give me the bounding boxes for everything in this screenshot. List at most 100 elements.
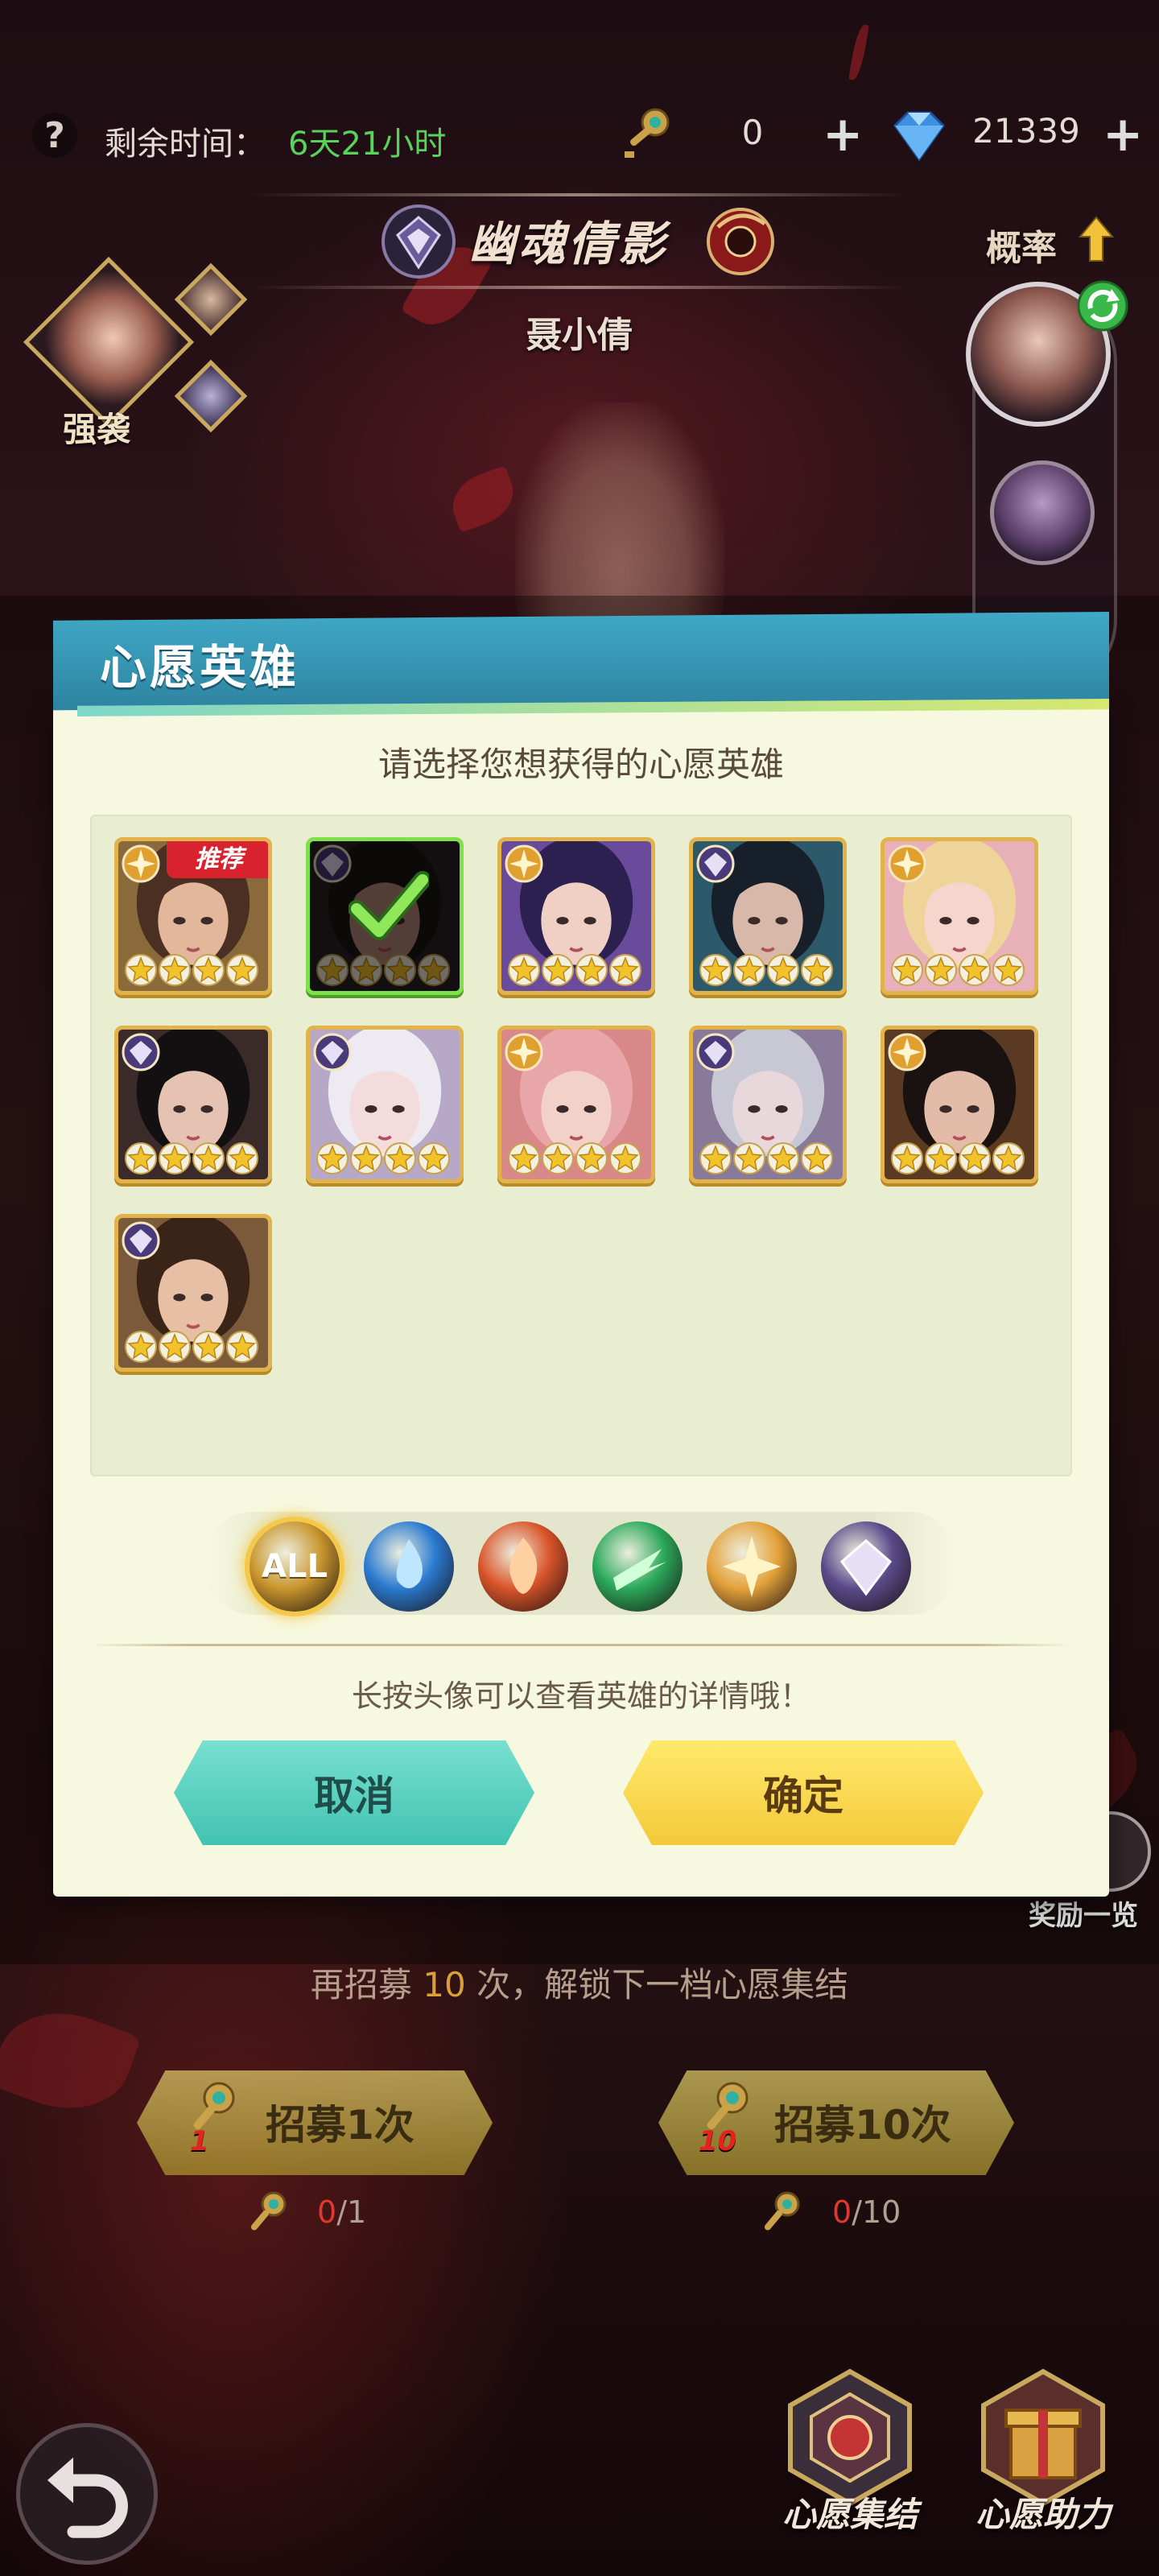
arrow-up-icon [1079, 216, 1114, 262]
light-faction-icon [723, 1536, 781, 1597]
assault-label: 强袭 [63, 410, 131, 449]
fire-faction-icon [509, 1538, 538, 1594]
recruit-note-suffix: 次，解锁下一档心愿集结 [476, 1965, 849, 2004]
diamond-count: 21339 [972, 111, 1080, 151]
confirm-button[interactable]: 确定 [623, 1740, 984, 1845]
star-icon [125, 1331, 157, 1363]
star-icon [350, 1142, 382, 1174]
single-cost-need: /1 [336, 2194, 367, 2230]
star-icon [992, 954, 1025, 986]
shadow-faction-badge-icon [313, 1033, 352, 1071]
star-icon [575, 1142, 608, 1174]
star-icon [159, 1331, 191, 1363]
probability-button[interactable]: 概率 [986, 219, 1057, 270]
light-faction-badge-icon [505, 844, 543, 883]
star-icon [992, 1142, 1025, 1174]
star-icon [125, 954, 157, 986]
ten-cost-need: /10 [852, 2194, 901, 2230]
star-icon [384, 1142, 416, 1174]
single-cost: 0/1 [317, 2194, 366, 2230]
remaining-time-label: 剩余时间： [105, 126, 266, 163]
star-rating [125, 1142, 263, 1174]
star-icon [801, 954, 833, 986]
dragon-emblem-icon [707, 208, 774, 275]
star-icon [733, 1142, 765, 1174]
shadow-faction-icon [839, 1539, 893, 1596]
filter-fire-button[interactable] [478, 1521, 568, 1612]
recruit-note-prefix: 再招募 [310, 1965, 412, 2004]
star-rating [125, 1331, 263, 1363]
light-faction-badge-icon [122, 844, 160, 883]
star-icon [125, 1142, 157, 1174]
filter-all-button[interactable]: ALL [250, 1521, 340, 1612]
shadow-faction-badge-icon [122, 1033, 160, 1071]
sub-hero-portrait[interactable] [174, 359, 248, 433]
star-rating [891, 954, 1029, 986]
filter-light-button[interactable] [707, 1521, 797, 1612]
star-icon [575, 954, 608, 986]
diamond-icon [893, 111, 945, 162]
star-icon [542, 1142, 574, 1174]
background-petal [0, 1993, 142, 2128]
refresh-icon[interactable] [1074, 278, 1131, 334]
star-icon [226, 1142, 258, 1174]
background-petal [444, 465, 522, 533]
add-diamond-button[interactable]: + [1103, 110, 1143, 159]
star-rating [891, 1142, 1029, 1174]
shadow-faction-badge-icon [696, 1033, 735, 1071]
cancel-button[interactable]: 取消 [174, 1740, 534, 1845]
dialog-title: 心愿英雄 [100, 640, 300, 695]
star-icon [801, 1142, 833, 1174]
filter-shadow-button[interactable] [821, 1521, 911, 1612]
filter-all-label: ALL [262, 1548, 328, 1585]
wind-faction-icon [613, 1549, 666, 1591]
star-rating [508, 1142, 646, 1174]
water-faction-icon [396, 1539, 423, 1588]
hero-card[interactable] [497, 1026, 655, 1183]
back-arrow-icon [47, 2457, 128, 2538]
banner-top-line [250, 193, 909, 196]
back-button[interactable] [16, 2423, 158, 2565]
star-icon [542, 954, 574, 986]
hero-card[interactable] [881, 837, 1038, 995]
add-key-button[interactable]: + [823, 110, 863, 159]
star-icon [699, 954, 732, 986]
filter-wind-button[interactable] [592, 1521, 683, 1612]
hero-card[interactable] [497, 837, 655, 995]
top-bar: ? 剩余时间： 6天21小时 0 + 21339 + [0, 97, 1159, 177]
hero-card[interactable] [689, 837, 847, 995]
assault-portrait-group[interactable] [16, 256, 258, 459]
divider [90, 1644, 1072, 1646]
wish-gather-label[interactable]: 心愿集结 [753, 2487, 947, 2537]
banner-title: 幽魂倩影 [468, 217, 669, 271]
hero-card[interactable]: 推荐 [114, 837, 272, 995]
filter-water-button[interactable] [364, 1521, 454, 1612]
star-icon [891, 954, 923, 986]
single-cost-have: 0 [317, 2194, 337, 2230]
hero-card[interactable] [114, 1026, 272, 1183]
star-rating [316, 1142, 455, 1174]
hero-card[interactable] [881, 1026, 1038, 1183]
sub-hero-portrait[interactable] [174, 262, 248, 336]
star-rating [699, 954, 838, 986]
banner-bottom-line [250, 286, 909, 289]
light-faction-badge-icon [888, 844, 926, 883]
hero-card[interactable] [689, 1026, 847, 1183]
recruit-note-count: 10 [423, 1965, 466, 2004]
shadow-faction-icon [382, 204, 456, 279]
star-rating [699, 1142, 838, 1174]
shadow-faction-badge-icon [696, 844, 735, 883]
long-press-hint: 长按头像可以查看英雄的详情哦！ [351, 1678, 810, 1714]
hero-card[interactable] [114, 1214, 272, 1372]
star-icon [609, 1142, 641, 1174]
star-icon [959, 1142, 991, 1174]
wish-help-label[interactable]: 心愿助力 [947, 2487, 1140, 2537]
hero-card[interactable] [306, 1026, 464, 1183]
star-icon [609, 954, 641, 986]
alternate-hero-avatar[interactable] [990, 460, 1095, 565]
hero-card[interactable] [306, 837, 464, 995]
help-button[interactable]: ? [32, 113, 77, 158]
recruit-once-count: 1 [190, 2125, 209, 2157]
ten-cost-have: 0 [832, 2194, 852, 2230]
star-icon [925, 954, 957, 986]
